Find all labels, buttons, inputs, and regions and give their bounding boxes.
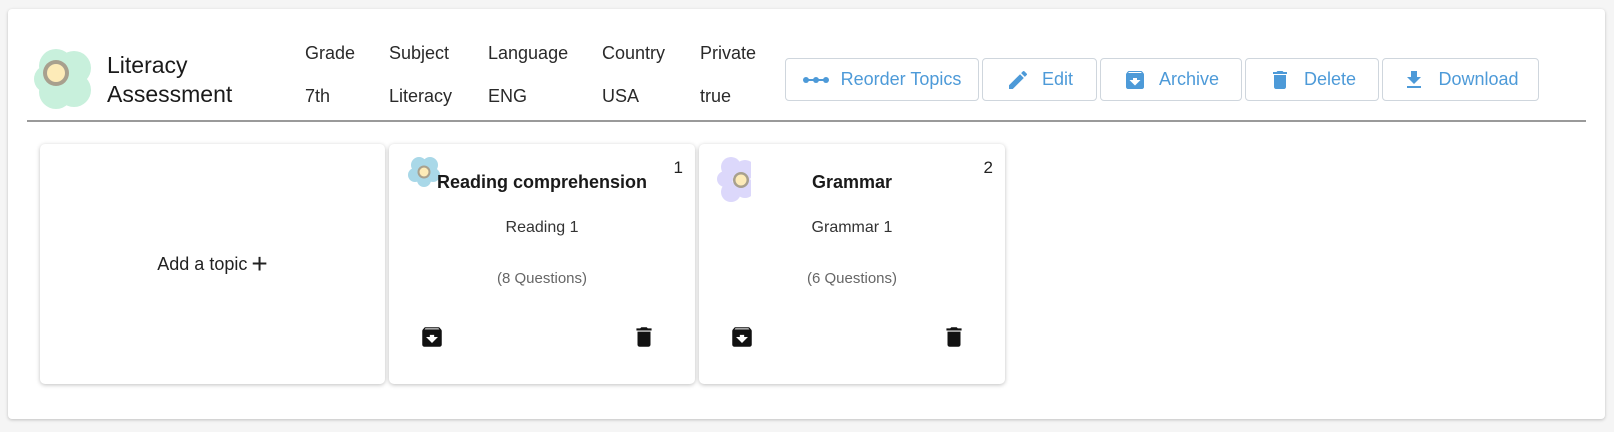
meta-language-value: ENG bbox=[488, 86, 528, 106]
add-topic-card[interactable]: Add a topic + bbox=[40, 144, 385, 384]
reorder-dots-icon bbox=[802, 76, 829, 83]
delete-topic-icon[interactable] bbox=[941, 324, 967, 350]
topic-name: Grammar bbox=[811, 172, 893, 192]
pencil-icon bbox=[1008, 70, 1027, 89]
download-button[interactable]: Download bbox=[1382, 58, 1539, 101]
meta-subject-value: Literacy bbox=[389, 86, 453, 106]
edit-button[interactable]: Edit bbox=[982, 58, 1097, 101]
topic-subtitle: Reading 1 bbox=[505, 219, 579, 236]
assessment-panel: Literacy Assessment Grade 7th Subject Li… bbox=[8, 9, 1605, 419]
meta-grade-value: 7th bbox=[305, 86, 331, 106]
topic-number: 1 bbox=[673, 158, 683, 177]
header-divider bbox=[27, 120, 1586, 122]
meta-grade-label: Grade bbox=[305, 43, 356, 63]
delete-button[interactable]: Delete bbox=[1245, 58, 1379, 101]
topic-number: 2 bbox=[983, 158, 993, 177]
archive-topic-icon[interactable] bbox=[419, 324, 445, 350]
topic-card[interactable]: Reading comprehension 1 Reading 1 (8 Que… bbox=[389, 144, 695, 384]
topic-card[interactable]: Grammar 2 Grammar 1 (6 Questions) bbox=[699, 144, 1005, 384]
title-line-1: Literacy bbox=[107, 52, 188, 78]
meta-private-value: true bbox=[700, 86, 732, 106]
download-label: Download bbox=[1438, 69, 1519, 89]
flower-logo-icon bbox=[34, 49, 91, 109]
reorder-topics-label: Reorder Topics bbox=[840, 69, 962, 89]
topic-subtitle: Grammar 1 bbox=[811, 219, 893, 236]
meta-language-label: Language bbox=[488, 43, 569, 63]
meta-private-label: Private bbox=[700, 43, 757, 63]
download-icon bbox=[1407, 70, 1422, 88]
archive-icon bbox=[1125, 70, 1144, 89]
archive-topic-icon[interactable] bbox=[729, 324, 755, 350]
add-topic-label: Add a topic bbox=[157, 253, 248, 274]
topic-question-count: (8 Questions) bbox=[496, 270, 588, 287]
topic-question-count: (6 Questions) bbox=[806, 270, 898, 287]
delete-label: Delete bbox=[1303, 69, 1357, 89]
archive-button[interactable]: Archive bbox=[1100, 58, 1242, 101]
reorder-topics-button[interactable]: Reorder Topics bbox=[785, 58, 979, 101]
plus-icon: + bbox=[251, 248, 268, 279]
title-line-2: Assessment bbox=[107, 81, 233, 107]
meta-country-label: Country bbox=[602, 43, 666, 63]
delete-topic-icon[interactable] bbox=[631, 324, 657, 350]
topic-name: Reading comprehension bbox=[436, 172, 648, 192]
meta-country-value: USA bbox=[602, 86, 640, 106]
trash-icon bbox=[1272, 70, 1287, 89]
page-title: Literacy Assessment bbox=[107, 51, 232, 109]
archive-label: Archive bbox=[1158, 69, 1220, 89]
meta-subject-label: Subject bbox=[389, 43, 450, 63]
edit-label: Edit bbox=[1041, 69, 1074, 89]
